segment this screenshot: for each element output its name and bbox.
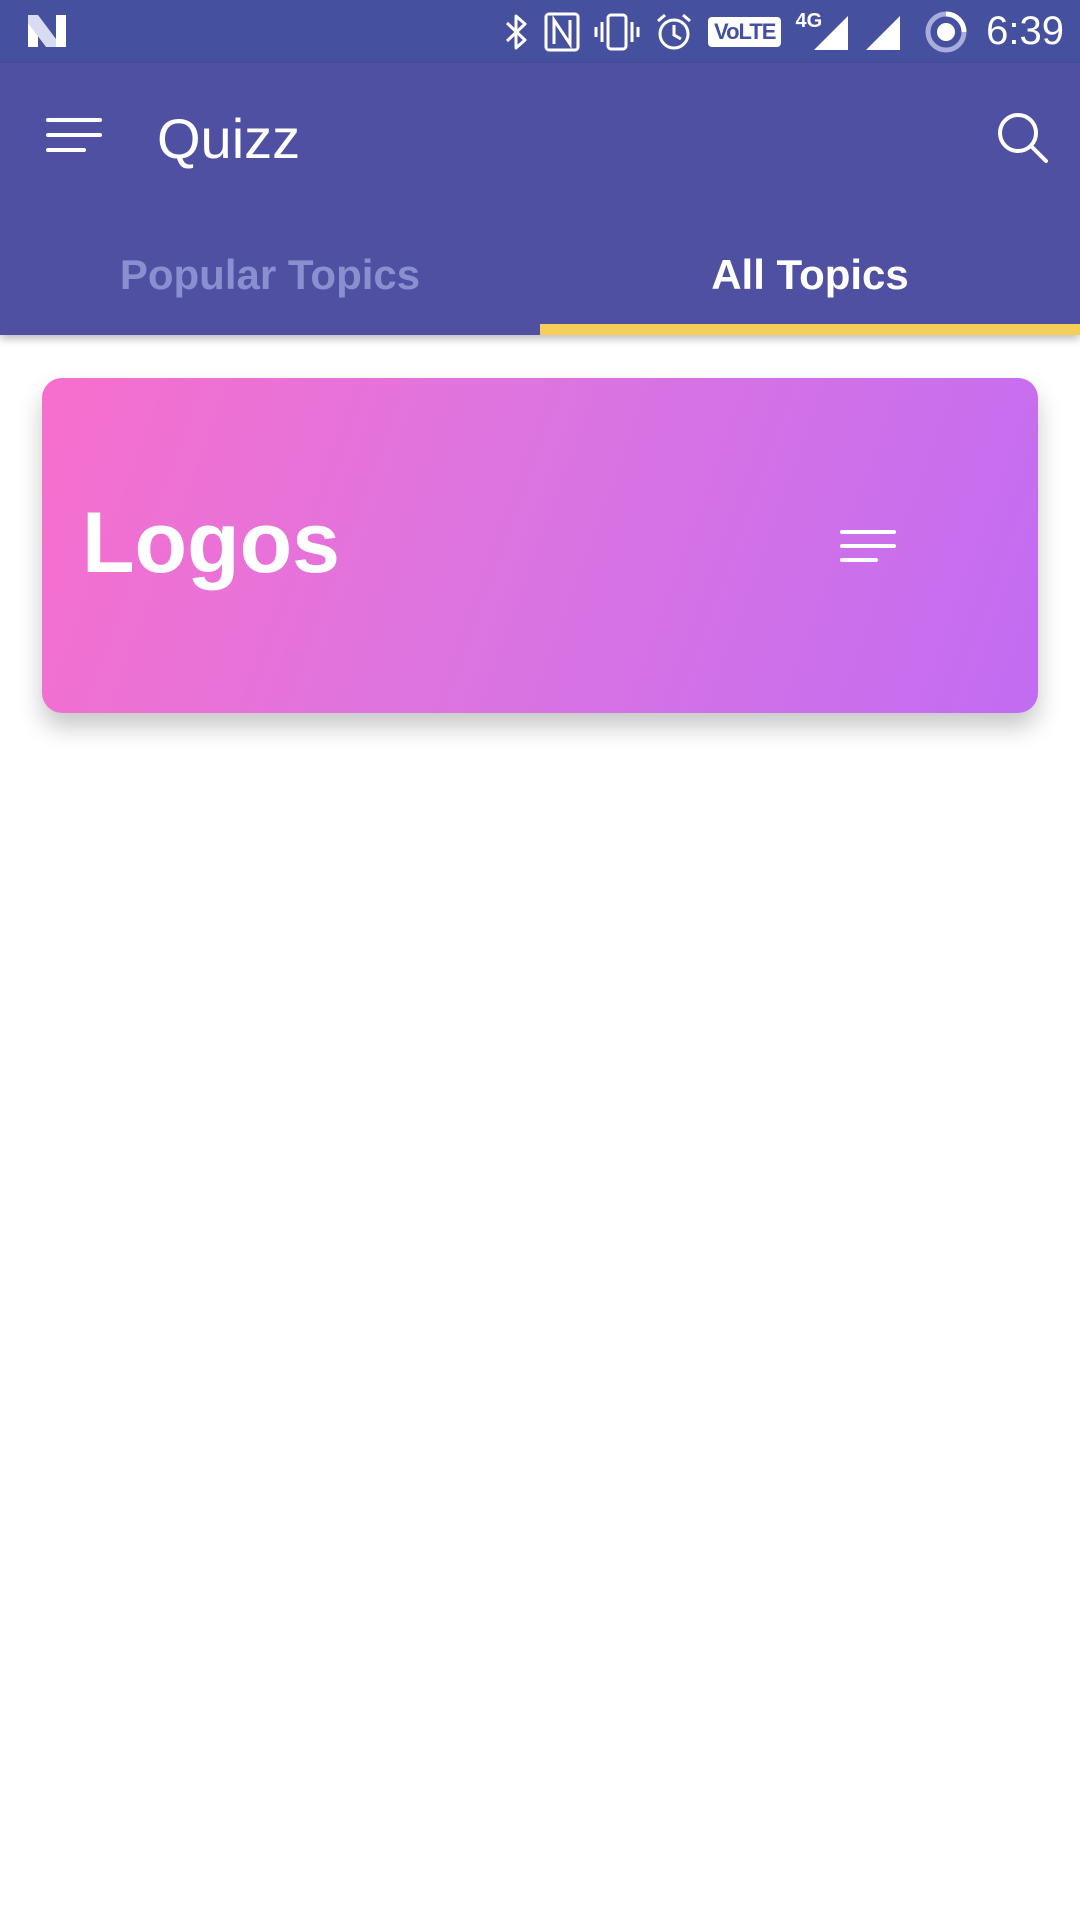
menu-lines-icon [840,530,896,562]
quiz-screen: VoLTE 4G 6:39 Quizz Popular Topics All T… [0,0,1080,1920]
tab-label: All Topics [711,251,909,298]
app-bar: Quizz Popular Topics All Topics [0,63,1080,335]
app-title: Quizz [157,107,301,170]
topic-title: Logos [82,495,340,591]
volte-icon: VoLTE [708,16,782,47]
search-button[interactable] [994,109,1050,165]
signal-4g-icon: 4G [795,10,850,52]
alarm-icon [654,12,694,52]
n-logo-icon [28,15,66,47]
tab-popular-topics[interactable]: Popular Topics [0,215,540,335]
nfc-icon [544,12,580,52]
status-icons: VoLTE 4G 6:39 [490,0,1080,63]
vibrate-icon [594,12,640,52]
battery-saver-icon [924,10,968,54]
menu-button[interactable] [38,111,108,161]
tab-indicator [540,324,1080,335]
bluetooth-icon [504,12,530,52]
signal-icon [864,12,902,52]
search-icon [998,113,1048,163]
clock: 6:39 [986,9,1064,53]
topic-card-logos[interactable]: Logos [42,378,1038,713]
tab-bar: Popular Topics All Topics [0,215,1080,335]
status-bar: VoLTE 4G 6:39 [0,0,1080,63]
tab-label: Popular Topics [119,251,421,298]
tab-all-topics[interactable]: All Topics [540,215,1080,335]
menu-icon [46,118,102,152]
